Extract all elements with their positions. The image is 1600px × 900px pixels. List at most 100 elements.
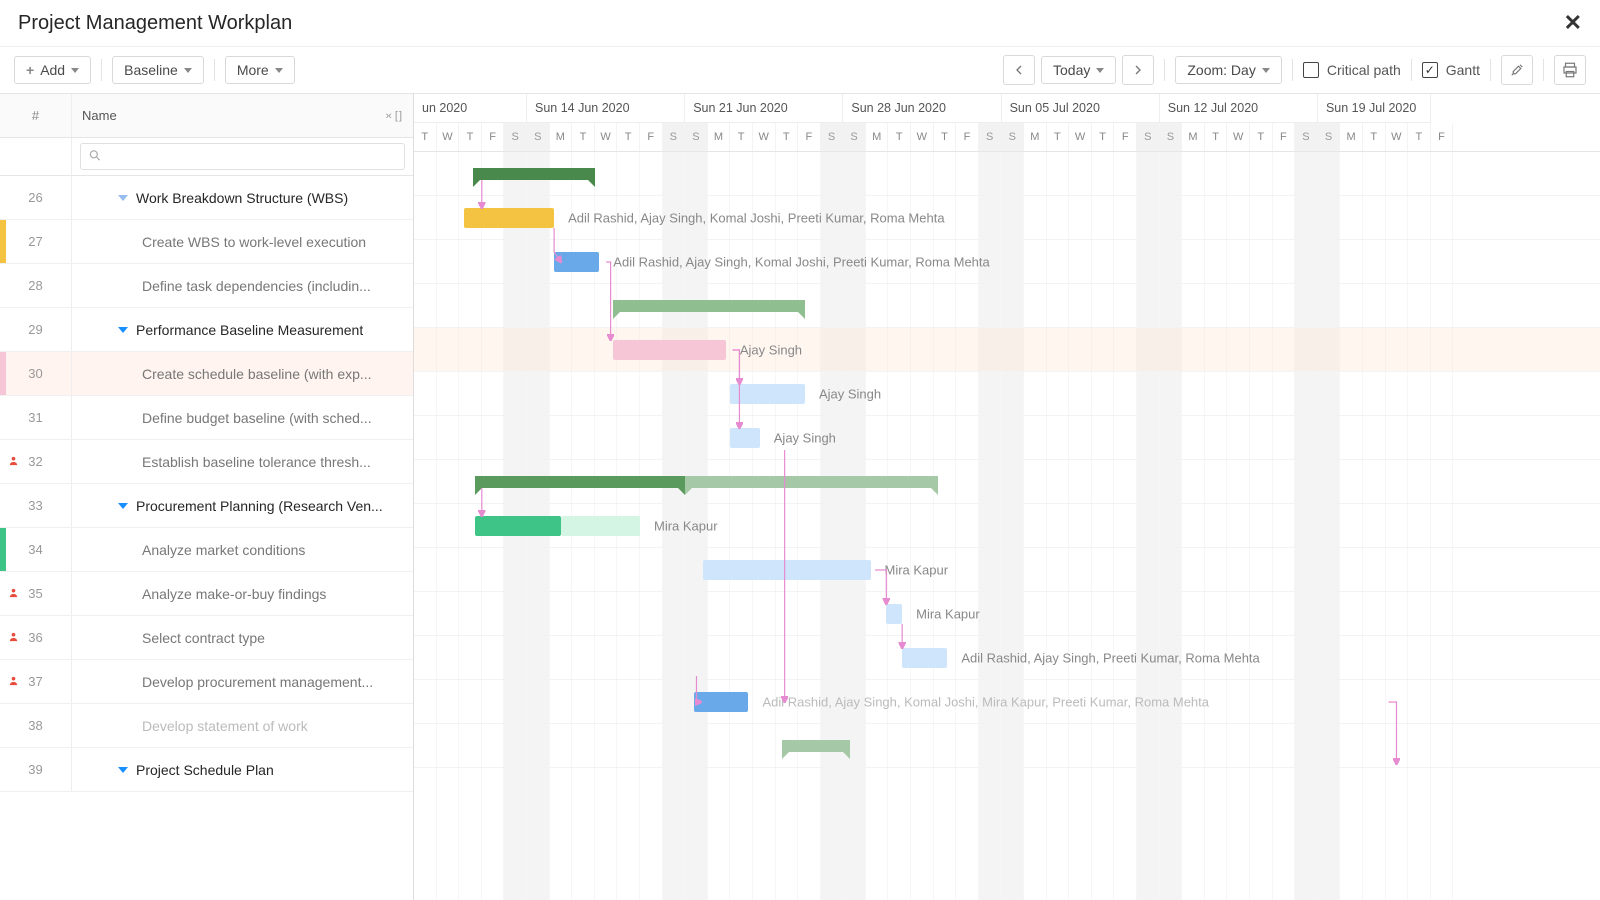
task-bar[interactable]: Mira Kapur: [561, 516, 640, 536]
task-bar[interactable]: Mira Kapur: [703, 560, 870, 580]
day-header-cell: T: [1047, 123, 1070, 152]
week-header-cell: Sun 05 Jul 2020: [1002, 94, 1160, 123]
task-row[interactable]: 27Create WBS to work-level execution: [0, 220, 413, 264]
gantt-row[interactable]: Mira Kapur: [414, 548, 1600, 592]
summary-bar[interactable]: [782, 740, 850, 752]
expand-collapse-icons[interactable]: ›‹ [ ]: [386, 110, 402, 122]
more-button[interactable]: More: [225, 56, 295, 84]
summary-bar[interactable]: [473, 168, 595, 180]
group-row[interactable]: 39Project Schedule Plan: [0, 748, 413, 792]
day-header-cell: T: [1250, 123, 1273, 152]
gantt-row[interactable]: Ajay Singh: [414, 416, 1600, 460]
bar-label: Mira Kapur: [885, 563, 949, 578]
task-bar[interactable]: Mira Kapur: [886, 604, 902, 624]
group-row[interactable]: 29 Performance Baseline Measurement: [0, 308, 413, 352]
day-header-cell: S: [1001, 123, 1024, 152]
gantt-row[interactable]: Adil Rashid, Ajay Singh, Komal Joshi, Pr…: [414, 196, 1600, 240]
task-row[interactable]: 34Analyze market conditions: [0, 528, 413, 572]
row-name-cell: Develop statement of work: [72, 718, 413, 734]
task-bar[interactable]: Ajay Singh: [613, 340, 726, 360]
group-row[interactable]: 26Work Breakdown Structure (WBS): [0, 176, 413, 220]
day-header-cell: F: [482, 123, 505, 152]
gantt-row[interactable]: Mira Kapur: [414, 504, 1600, 548]
gantt-body[interactable]: Adil Rashid, Ajay Singh, Komal Joshi, Pr…: [414, 152, 1600, 900]
gantt-row[interactable]: [414, 284, 1600, 328]
arrow-left-icon: [1011, 62, 1027, 78]
day-header-cell: F: [1431, 123, 1454, 152]
gantt-row[interactable]: Adil Rashid, Ajay Singh, Preeti Kumar, R…: [414, 636, 1600, 680]
print-button[interactable]: [1554, 55, 1586, 85]
day-header-cell: F: [798, 123, 821, 152]
task-bar[interactable]: Adil Rashid, Ajay Singh, Preeti Kumar, R…: [902, 648, 947, 668]
gantt-row[interactable]: [414, 460, 1600, 504]
task-row[interactable]: 32Establish baseline tolerance thresh...: [0, 440, 413, 484]
group-row[interactable]: 33Procurement Planning (Research Ven...: [0, 484, 413, 528]
today-label: Today: [1053, 62, 1090, 78]
row-name-cell: Project Schedule Plan: [72, 762, 413, 778]
add-button[interactable]: + Add: [14, 56, 91, 84]
today-button[interactable]: Today: [1041, 56, 1116, 84]
task-row[interactable]: 37Develop procurement management...: [0, 660, 413, 704]
task-bar[interactable]: Adil Rashid, Ajay Singh, Komal Joshi, Pr…: [464, 208, 554, 228]
critical-path-toggle[interactable]: Critical path: [1303, 62, 1401, 78]
row-name-text: Select contract type: [142, 630, 265, 646]
gantt-row[interactable]: [414, 152, 1600, 196]
task-row[interactable]: 36Select contract type: [0, 616, 413, 660]
close-icon[interactable]: ✕: [1564, 10, 1582, 36]
baseline-button[interactable]: Baseline: [112, 56, 204, 84]
bar-label: Adil Rashid, Ajay Singh, Komal Joshi, Mi…: [762, 695, 1209, 710]
day-header-cell: S: [527, 123, 550, 152]
search-input[interactable]: [80, 143, 405, 170]
day-header-cell: T: [572, 123, 595, 152]
summary-bar[interactable]: [475, 476, 685, 488]
name-header-text: Name: [82, 108, 117, 123]
gantt-row[interactable]: Mira Kapur: [414, 592, 1600, 636]
day-header-cell: T: [1408, 123, 1431, 152]
day-header-cell: T: [776, 123, 799, 152]
tools-button[interactable]: [1501, 55, 1533, 85]
checkbox-checked-icon: [1422, 62, 1438, 78]
chevron-down-icon[interactable]: [118, 195, 128, 201]
task-row[interactable]: 38Develop statement of work: [0, 704, 413, 748]
row-number: 27: [0, 220, 72, 263]
gantt-row[interactable]: Ajay Singh: [414, 372, 1600, 416]
task-row[interactable]: 31Define budget baseline (with sched...: [0, 396, 413, 440]
task-row[interactable]: 28Define task dependencies (includin...: [0, 264, 413, 308]
row-number: 29: [0, 308, 72, 351]
row-name-cell: Analyze make-or-buy findings: [72, 586, 413, 602]
summary-bar[interactable]: [685, 476, 938, 488]
week-header-row: un 2020Sun 14 Jun 2020Sun 21 Jun 2020Sun…: [414, 94, 1600, 123]
gantt-row[interactable]: Ajay Singh: [414, 328, 1600, 372]
chevron-down-icon[interactable]: [118, 767, 128, 773]
gantt-row[interactable]: Adil Rashid, Ajay Singh, Komal Joshi, Mi…: [414, 680, 1600, 724]
search-box: [72, 143, 413, 170]
row-number: 30: [0, 352, 72, 395]
row-name-text: Define budget baseline (with sched...: [142, 410, 372, 426]
gantt-row[interactable]: Adil Rashid, Ajay Singh, Komal Joshi, Pr…: [414, 240, 1600, 284]
task-row[interactable]: 30Create schedule baseline (with exp...: [0, 352, 413, 396]
row-name-text: Performance Baseline Measurement: [136, 322, 363, 338]
row-name-text: Analyze market conditions: [142, 542, 305, 558]
week-header-cell: Sun 21 Jun 2020: [685, 94, 843, 123]
task-bar[interactable]: Adil Rashid, Ajay Singh, Komal Joshi, Pr…: [554, 252, 599, 272]
zoom-button[interactable]: Zoom: Day: [1175, 56, 1281, 84]
left-pane: # Name ›‹ [ ]: [0, 94, 414, 900]
task-bar[interactable]: Adil Rashid, Ajay Singh, Komal Joshi, Mi…: [694, 692, 748, 712]
chevron-down-icon[interactable]: [118, 503, 128, 509]
summary-bar[interactable]: [613, 300, 805, 312]
gantt-row[interactable]: [414, 724, 1600, 768]
chevron-down-icon[interactable]: [118, 327, 128, 333]
toolbar: + Add Baseline More Today: [0, 47, 1600, 94]
day-header-cell: W: [753, 123, 776, 152]
task-bar[interactable]: Ajay Singh: [730, 428, 759, 448]
task-bar[interactable]: Ajay Singh: [730, 384, 805, 404]
gantt-rows: Adil Rashid, Ajay Singh, Komal Joshi, Pr…: [414, 152, 1600, 900]
task-bar[interactable]: [475, 516, 561, 536]
prev-button[interactable]: [1003, 55, 1035, 85]
next-button[interactable]: [1122, 55, 1154, 85]
row-name-text: Define task dependencies (includin...: [142, 278, 371, 294]
day-header-cell: S: [1318, 123, 1341, 152]
task-row[interactable]: 35Analyze make-or-buy findings: [0, 572, 413, 616]
gantt-toggle[interactable]: Gantt: [1422, 62, 1480, 78]
day-header-cell: M: [1182, 123, 1205, 152]
